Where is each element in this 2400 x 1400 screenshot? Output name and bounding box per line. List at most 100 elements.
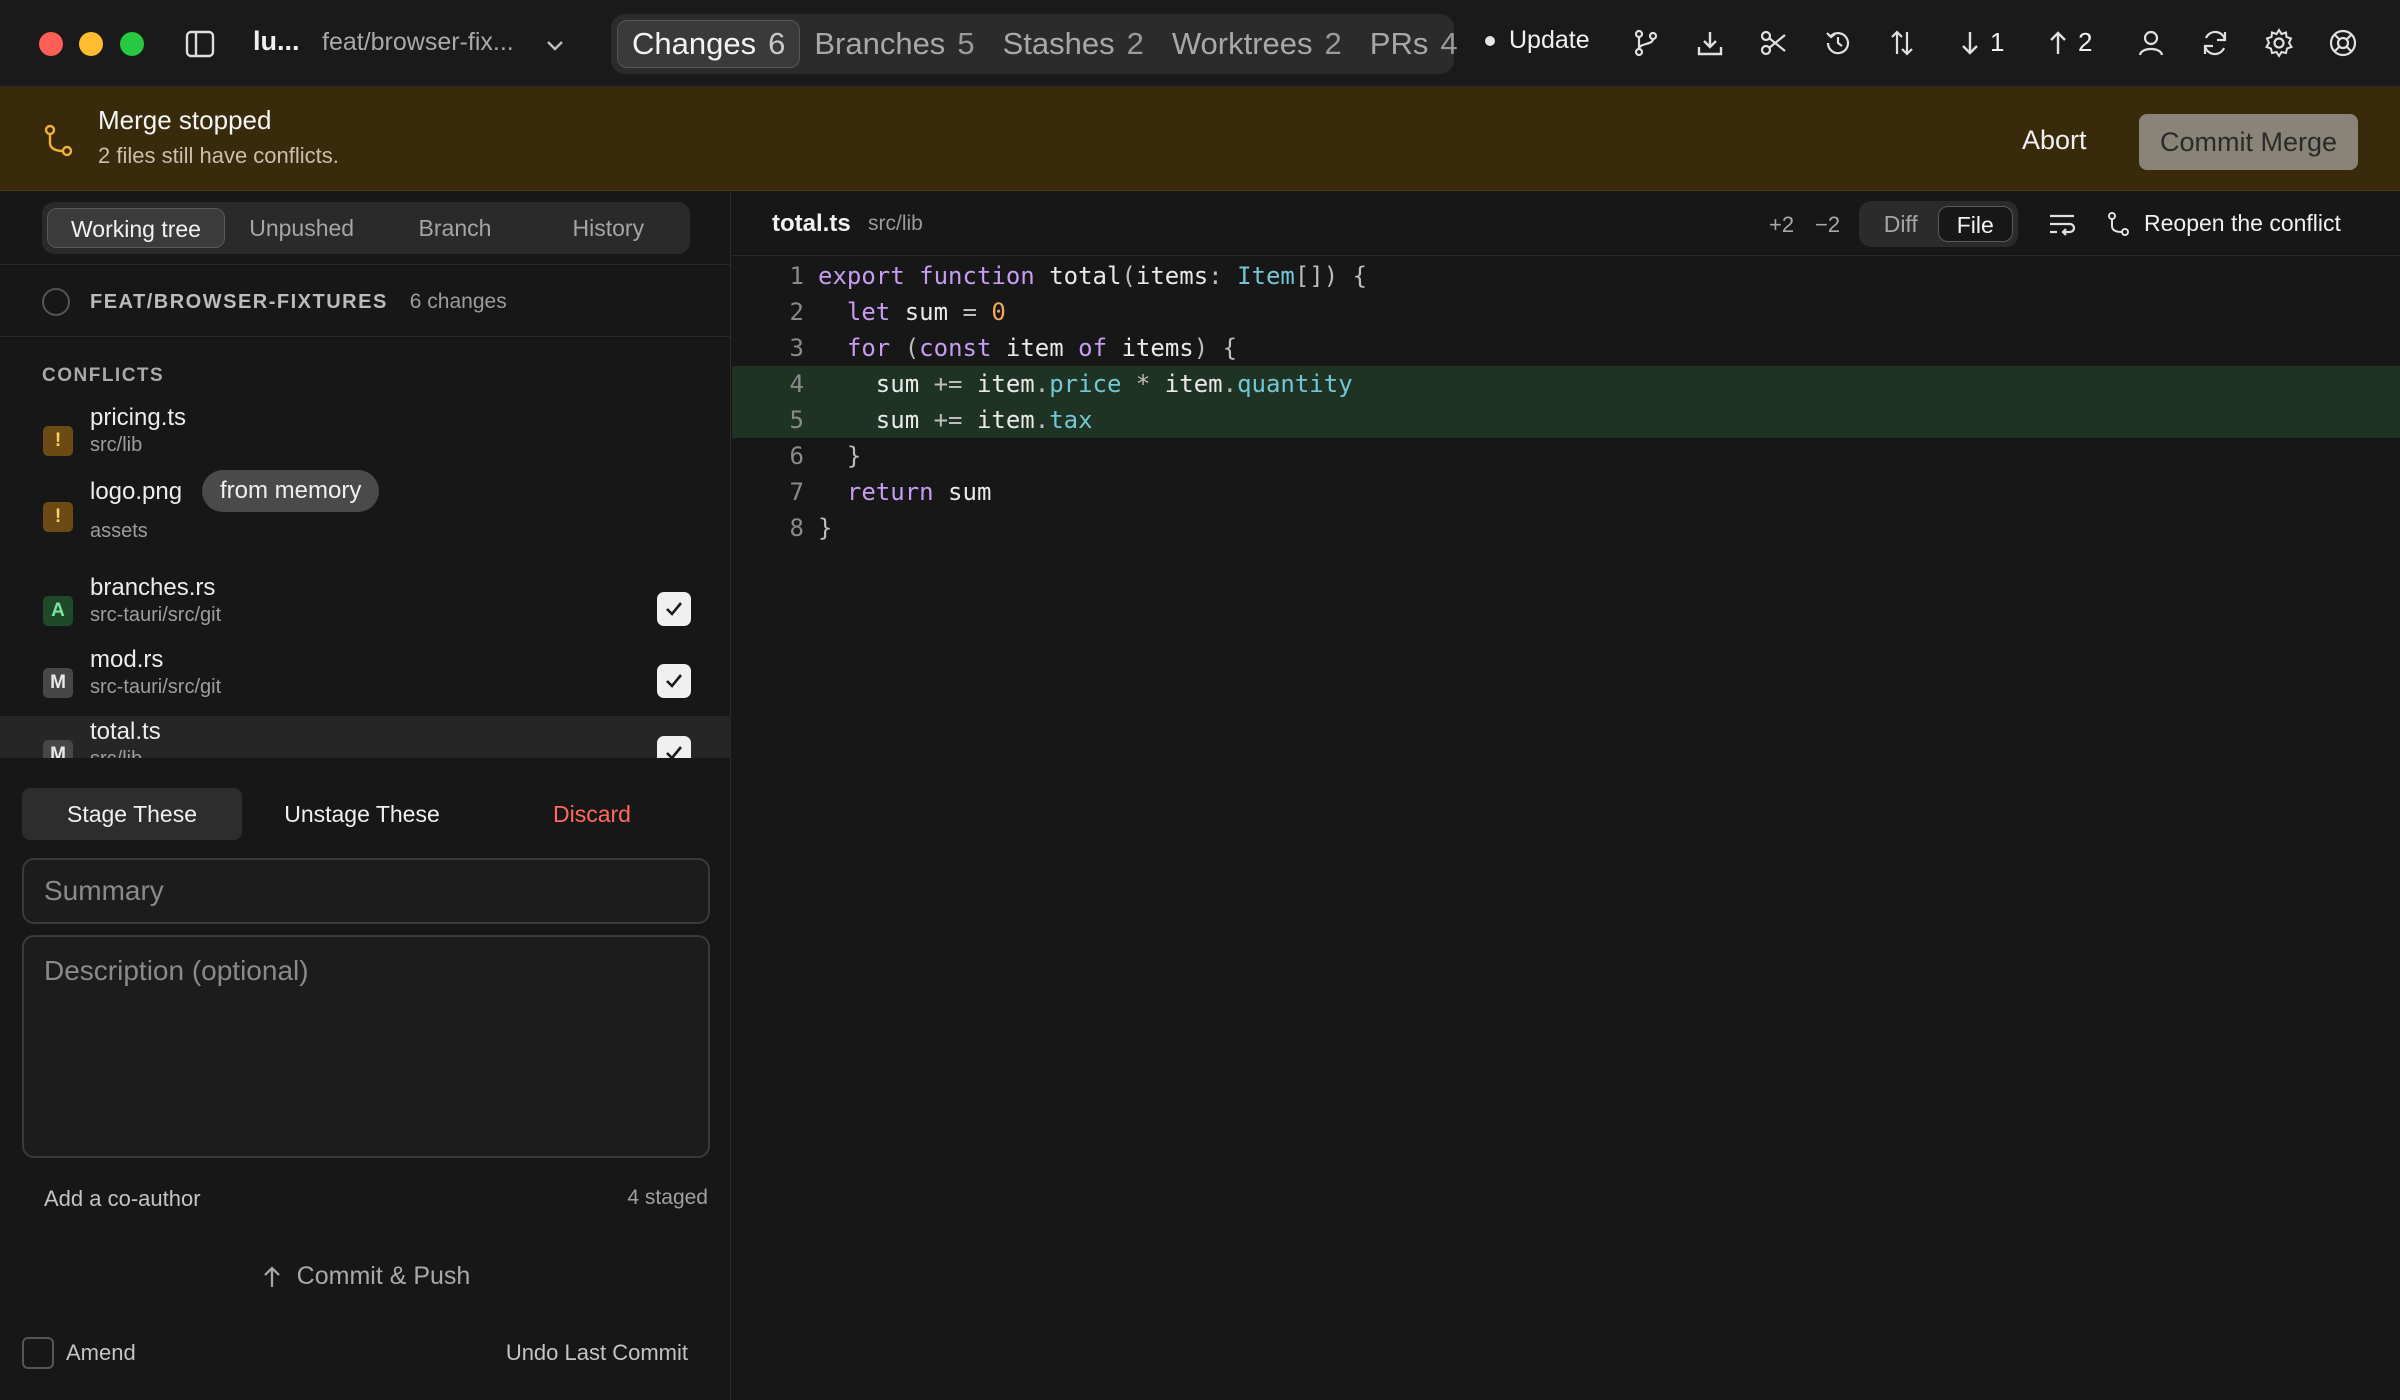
gear-icon[interactable] [2263,27,2295,59]
commit-description-input[interactable] [22,935,710,1158]
change-count: 6 changes [409,290,507,313]
list-item[interactable]: M mod.rs src-tauri/src/git [0,644,731,716]
code-view[interactable]: 1 export function total(items: Item[]) {… [732,258,2400,546]
deletions-count: −2 [1815,212,1841,237]
behind-count: 1 [1990,27,2005,57]
code-line: 8 } [732,510,2400,546]
segment-history[interactable]: History [532,208,685,248]
stage-actions: Stage These Unstage These Discard [22,788,710,842]
unstage-these-button[interactable]: Unstage These [242,788,482,840]
history-icon[interactable] [1822,27,1854,59]
conflicts-heading: CONFLICTS [42,365,165,386]
stage-these-button[interactable]: Stage These [22,788,242,840]
segment-working-tree[interactable]: Working tree [47,208,225,248]
chevron-down-icon[interactable] [544,34,566,56]
tab-worktrees[interactable]: Worktrees 2 [1158,20,1356,68]
merge-banner: Merge stopped 2 files still have conflic… [0,87,2400,191]
staged-count: 4 staged [627,1186,708,1209]
code-line: 7 return sum [732,474,2400,510]
divider [0,336,731,337]
commit-merge-button[interactable]: Commit Merge [2139,114,2358,170]
current-branch[interactable]: feat/browser-fix... [322,28,514,57]
stage-checkbox[interactable] [657,736,691,758]
file-name: branches.rs [90,574,216,601]
add-coauthor-link[interactable]: Add a co-author [44,1186,201,1212]
tab-changes[interactable]: Changes 6 [617,20,801,68]
abort-button[interactable]: Abort [2022,125,2087,156]
minimize-window-button[interactable] [79,32,103,56]
line-number: 4 [789,370,804,398]
repo-name[interactable]: lu... [253,26,300,57]
list-item[interactable]: ! pricing.ts src/lib [0,402,731,474]
line-number: 2 [789,298,804,326]
from-memory-badge: from memory [202,470,380,512]
tab-prs[interactable]: PRs 4 [1356,20,1472,68]
list-item[interactable]: A branches.rs src-tauri/src/git [0,572,731,644]
undo-last-commit-button[interactable]: Undo Last Commit [506,1340,688,1366]
tab-label: Stashes [1002,26,1115,61]
line-number: 1 [789,262,804,290]
divider [0,264,731,265]
line-number: 5 [789,406,804,434]
refresh-icon[interactable] [2199,27,2231,59]
sidebar-toggle-icon[interactable] [185,29,215,59]
list-item[interactable]: ! logo.png from memory assets [0,470,731,554]
code-line: 2 let sum = 0 [732,294,2400,330]
swap-icon[interactable] [1886,27,1918,59]
wrap-lines-icon[interactable] [2046,208,2078,240]
stage-checkbox[interactable] [657,664,691,698]
zoom-window-button[interactable] [120,32,144,56]
tab-label: PRs [1369,26,1429,61]
arrow-down-icon [1962,31,1978,55]
file-list: ! pricing.ts src/lib ! logo.png from mem… [0,402,731,758]
open-file-dir: src/lib [868,212,923,235]
amend-checkbox[interactable] [22,1337,54,1369]
reopen-conflict-button[interactable]: Reopen the conflict [2106,210,2341,237]
select-all-radio[interactable] [42,288,70,316]
file-dir: assets [90,520,148,542]
close-window-button[interactable] [39,32,63,56]
file-dir: src-tauri/src/git [90,676,222,698]
line-source: } [818,514,833,542]
stage-checkbox[interactable] [657,592,691,626]
branch-select-all-row[interactable]: FEAT/BROWSER-FIXTURES 6 changes [42,288,507,316]
commit-summary-input[interactable] [22,858,710,924]
file-dir: src/lib [90,434,143,456]
file-name: total.ts [90,718,161,745]
list-item[interactable]: M total.ts src/lib [0,716,731,758]
user-icon[interactable] [2135,27,2167,59]
additions-count: +2 [1769,212,1795,237]
branch-icon[interactable] [1630,27,1662,59]
added-badge: A [43,596,73,626]
line-number: 3 [789,334,804,362]
pull-button[interactable]: 1 [1958,27,2004,58]
discard-button[interactable]: Discard [492,788,692,840]
view-diff-option[interactable]: Diff [1864,206,1938,242]
line-source: sum += item.tax [818,406,1093,434]
file-dir: src-tauri/src/git [90,604,222,626]
commit-push-label: Commit & Push [296,1262,471,1290]
tab-label: Branches [814,26,946,61]
scissors-icon[interactable] [1758,27,1790,59]
help-icon[interactable] [2327,27,2359,59]
conflict-badge: ! [43,502,73,532]
tab-branches[interactable]: Branches 5 [800,20,988,68]
line-source: sum += item.price * item.quantity [818,370,1353,398]
segment-branch[interactable]: Branch [378,208,531,248]
modified-badge: M [43,740,73,758]
code-line: 3 for (const item of items) { [732,330,2400,366]
push-button[interactable]: 2 [2046,27,2092,58]
tab-count: 2 [1126,26,1144,61]
changes-segmented-control: Working tree Unpushed Branch History [42,202,690,254]
view-file-option[interactable]: File [1937,206,2013,242]
download-icon[interactable] [1694,27,1726,59]
line-number: 8 [789,514,804,542]
line-source: } [818,442,862,470]
update-button[interactable]: Update [1485,26,1590,55]
segment-unpushed[interactable]: Unpushed [225,208,378,248]
code-line: 1 export function total(items: Item[]) { [732,258,2400,294]
commit-push-button[interactable]: Commit & Push [0,1262,731,1291]
conflict-badge: ! [43,426,73,456]
tab-stashes[interactable]: Stashes 2 [989,20,1158,68]
line-number: 7 [789,478,804,506]
